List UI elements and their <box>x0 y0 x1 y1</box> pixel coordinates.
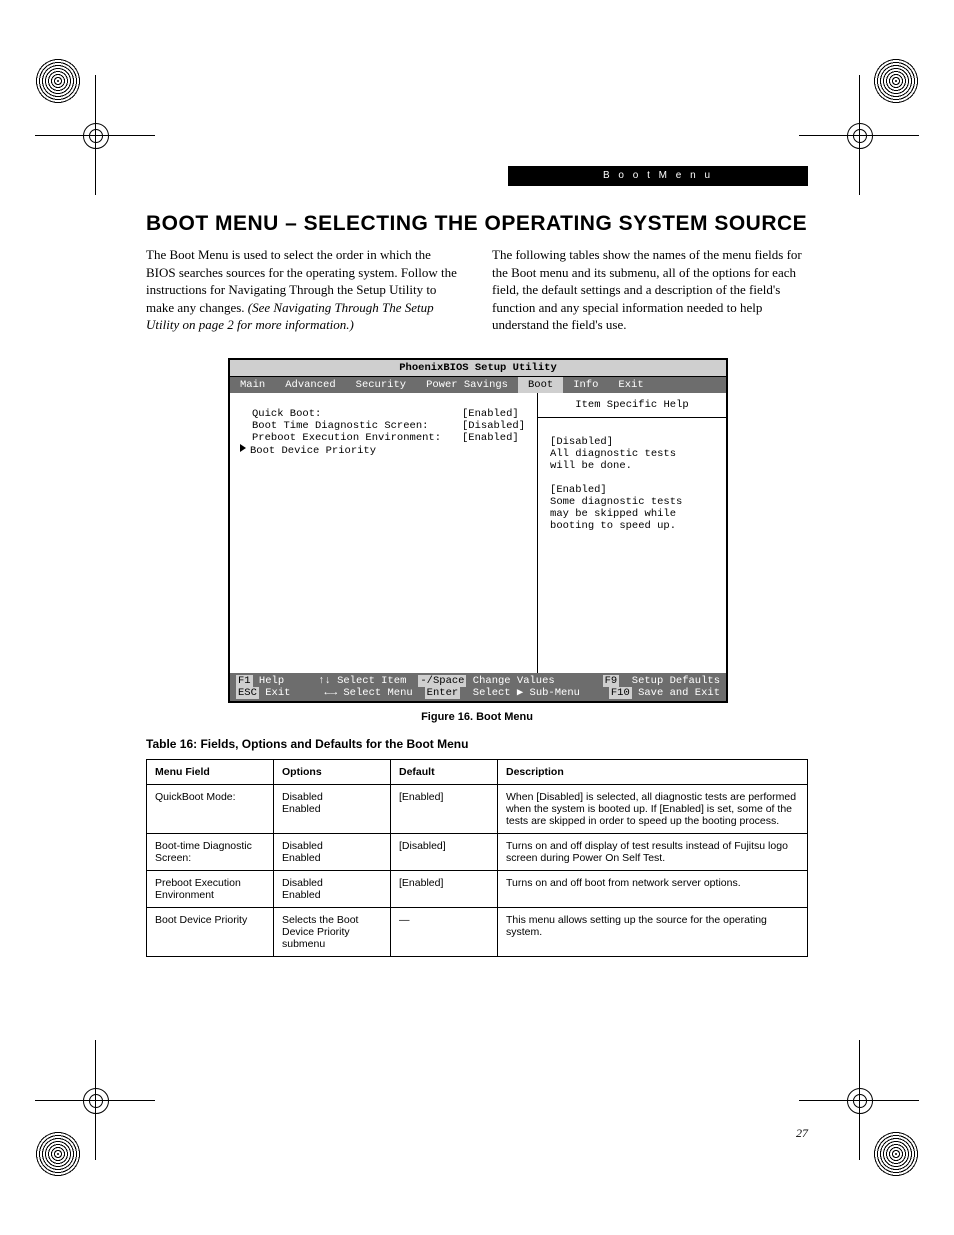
print-mark <box>35 58 81 104</box>
bios-setting-row: Quick Boot:[Enabled] <box>252 408 525 420</box>
bios-menu-item: Power Savings <box>416 377 518 393</box>
key-f1: F1 <box>236 675 253 687</box>
bios-help-line: will be done. <box>550 460 714 472</box>
bios-footer: F1 Help ↑↓ Select Item -/Space Change Va… <box>230 673 726 701</box>
table-row: QuickBoot Mode:DisabledEnabled[Enabled]W… <box>147 784 808 833</box>
bios-menu-item: Advanced <box>275 377 345 393</box>
registration-mark <box>824 1065 894 1135</box>
table-row: Boot Device PrioritySelects the Boot Dev… <box>147 907 808 956</box>
intro-right-text: The following tables show the names of t… <box>492 246 808 334</box>
bios-title: PhoenixBIOS Setup Utility <box>230 360 726 377</box>
print-mark <box>873 58 919 104</box>
bios-help-line: [Enabled] <box>550 484 714 496</box>
table-header: Menu Field <box>147 759 274 784</box>
registration-mark <box>824 100 894 170</box>
bios-setting-row: Boot Time Diagnostic Screen:[Disabled] <box>252 420 525 432</box>
registration-mark <box>60 100 130 170</box>
print-mark <box>873 1131 919 1177</box>
bios-menu-item: Boot <box>518 377 563 393</box>
table-header: Options <box>274 759 391 784</box>
bios-settings-pane: Quick Boot:[Enabled]Boot Time Diagnostic… <box>230 393 538 673</box>
figure-caption: Figure 16. Boot Menu <box>146 711 808 723</box>
key-space: -/Space <box>418 675 466 687</box>
fields-table: Menu FieldOptionsDefaultDescription Quic… <box>146 759 808 957</box>
table-row: Preboot Execution EnvironmentDisabledEna… <box>147 870 808 907</box>
bios-menu-item: Exit <box>608 377 653 393</box>
key-esc: ESC <box>236 687 259 699</box>
bios-screenshot: PhoenixBIOS Setup Utility MainAdvancedSe… <box>228 358 728 703</box>
bios-help-line: Some diagnostic tests <box>550 496 714 508</box>
bios-help-title: Item Specific Help <box>538 393 726 418</box>
print-mark <box>35 1131 81 1177</box>
bios-setting-row: Preboot Execution Environment:[Enabled] <box>252 432 525 444</box>
table-row: Boot-time Diagnostic Screen:DisabledEnab… <box>147 833 808 870</box>
table-header: Default <box>391 759 498 784</box>
table-caption: Table 16: Fields, Options and Defaults f… <box>146 737 808 751</box>
registration-mark <box>60 1065 130 1135</box>
section-header-bar: B o o t M e n u <box>508 166 808 186</box>
bios-help-line: may be skipped while <box>550 508 714 520</box>
bios-menubar: MainAdvancedSecurityPower SavingsBootInf… <box>230 377 726 393</box>
page-title: BOOT MENU – SELECTING THE OPERATING SYST… <box>146 212 808 236</box>
bios-help-line: All diagnostic tests <box>550 448 714 460</box>
bios-menu-item: Info <box>563 377 608 393</box>
bios-help-pane: Item Specific Help [Disabled]All diagnos… <box>538 393 726 673</box>
intro-columns: The Boot Menu is used to select the orde… <box>146 246 808 342</box>
key-enter: Enter <box>425 687 461 699</box>
key-f10: F10 <box>609 687 632 699</box>
triangle-icon <box>240 444 246 452</box>
bios-submenu-row: Boot Device Priority <box>252 444 525 457</box>
bios-menu-item: Security <box>346 377 416 393</box>
bios-help-line: booting to speed up. <box>550 520 714 532</box>
page-number: 27 <box>796 1126 808 1141</box>
key-f9: F9 <box>603 675 620 687</box>
table-header: Description <box>498 759 808 784</box>
bios-help-line <box>550 472 714 484</box>
bios-help-line: [Disabled] <box>550 436 714 448</box>
bios-menu-item: Main <box>230 377 275 393</box>
